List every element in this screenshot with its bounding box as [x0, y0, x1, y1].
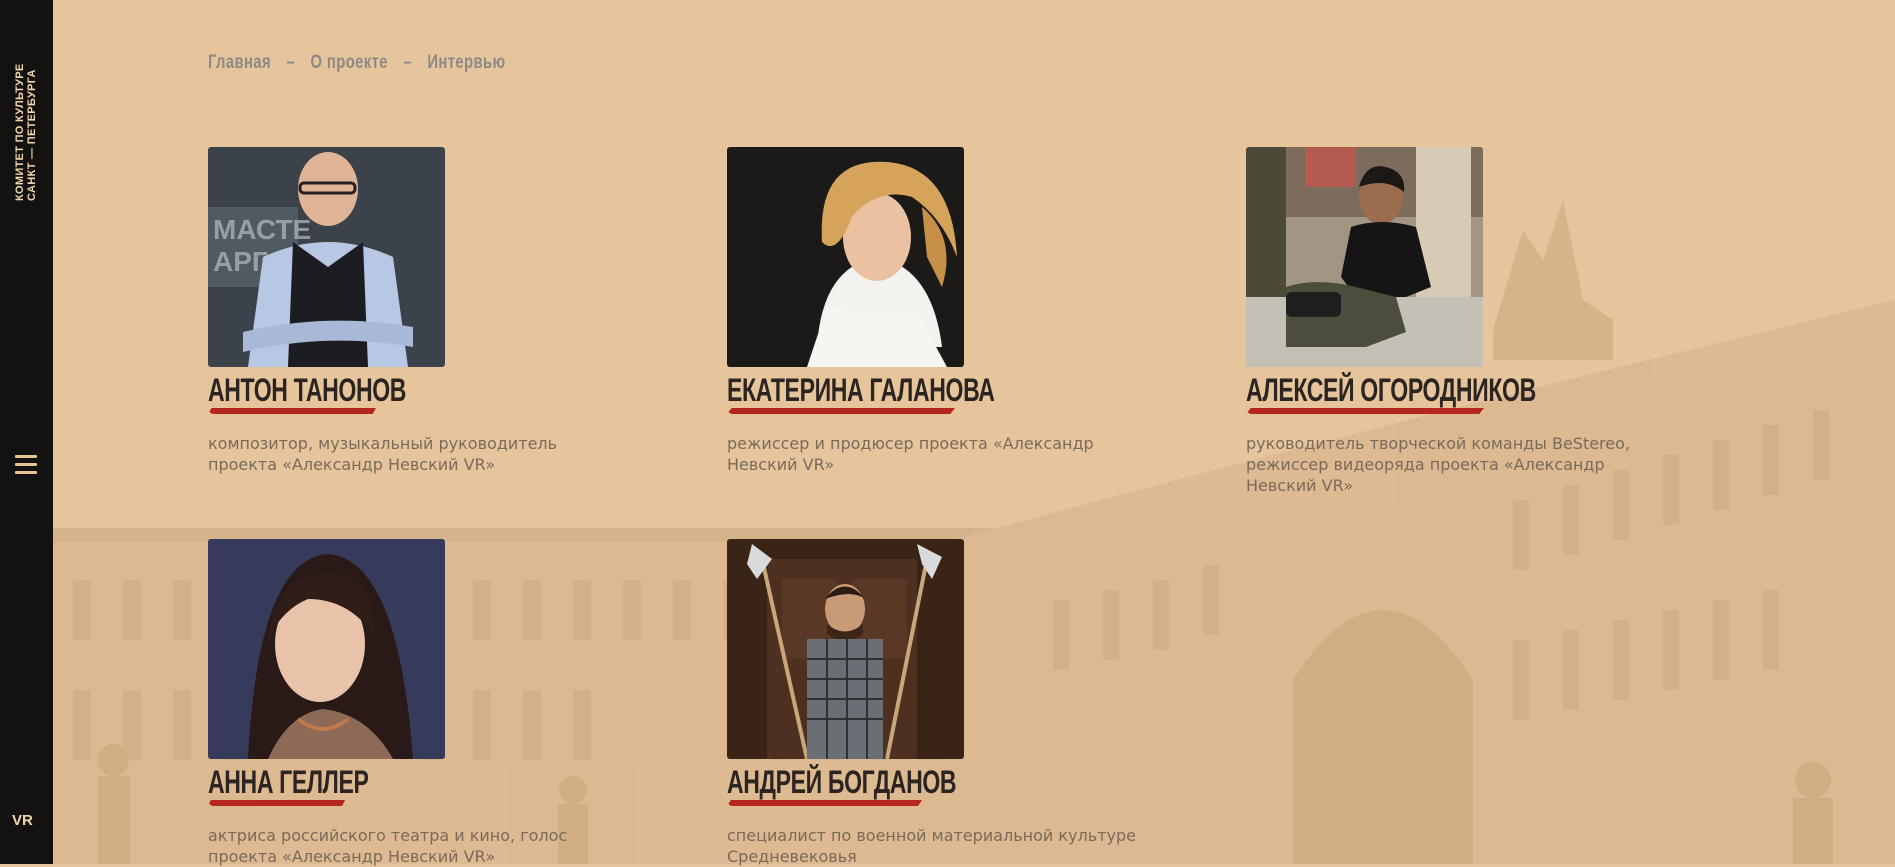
breadcrumb-home[interactable]: Главная — [208, 52, 271, 73]
person-card[interactable]: Екатерина Галанова режиссер и продюсер п… — [727, 147, 1187, 475]
org-line-1: Комитет по культуре — [14, 63, 26, 201]
breadcrumb-separator: – — [286, 52, 296, 73]
name-underline — [1246, 408, 1484, 414]
breadcrumb-about[interactable]: О проекте — [311, 52, 388, 73]
name-underline — [727, 408, 955, 414]
name-underline — [208, 800, 345, 806]
person-card[interactable]: Андрей Богданов специалист по военной ма… — [727, 539, 1187, 867]
person-photo[interactable]: МАСТЕ АРГ — [208, 147, 445, 367]
vr-label[interactable]: VR — [12, 812, 33, 829]
person-role: специалист по военной материальной культ… — [727, 826, 1136, 866]
person-name: Антон Танонов — [208, 372, 407, 408]
person-name: Алексей Огородников — [1246, 372, 1536, 408]
person-role: режиссер и продюсер проекта «Александр Н… — [727, 434, 1094, 474]
breadcrumb: Главная – О проекте – Интервью — [208, 52, 506, 74]
sidebar: Комитет по культуре Санкт — Петербурга V… — [0, 0, 53, 864]
hamburger-icon[interactable] — [15, 455, 37, 475]
svg-text:АРГ: АРГ — [213, 246, 268, 277]
name-underline — [208, 408, 376, 414]
person-photo[interactable] — [1246, 147, 1483, 367]
person-name-block: Андрей Богданов — [727, 763, 1187, 807]
person-card[interactable]: Алексей Огородников руководитель творчес… — [1246, 147, 1706, 496]
person-role: руководитель творческой команды BeStereo… — [1246, 434, 1630, 495]
person-card[interactable]: МАСТЕ АРГ Антон Танонов композитор, музы… — [208, 147, 668, 475]
person-role: композитор, музыкальный руководитель про… — [208, 434, 558, 474]
breadcrumb-interview[interactable]: Интервью — [427, 52, 505, 73]
person-name-block: Анна Геллер — [208, 763, 668, 807]
person-photo[interactable] — [727, 539, 964, 759]
org-line-2: Санкт — Петербурга — [26, 69, 38, 201]
person-photo[interactable] — [727, 147, 964, 367]
person-name: Екатерина Галанова — [727, 372, 995, 408]
person-photo[interactable] — [208, 539, 445, 759]
person-name-block: Алексей Огородников — [1246, 371, 1706, 415]
person-role: актриса российского театра и кино, голос… — [208, 826, 568, 866]
name-underline — [727, 800, 922, 806]
breadcrumb-separator: – — [403, 52, 412, 73]
person-name: Анна Геллер — [208, 764, 369, 800]
person-name: Андрей Богданов — [727, 764, 957, 800]
person-card[interactable]: Анна Геллер актриса российского театра и… — [208, 539, 668, 867]
svg-text:МАСТЕ: МАСТЕ — [213, 214, 311, 245]
organization-logo[interactable]: Комитет по культуре Санкт — Петербурга — [14, 36, 38, 201]
person-name-block: Антон Танонов — [208, 371, 668, 415]
person-name-block: Екатерина Галанова — [727, 371, 1187, 415]
